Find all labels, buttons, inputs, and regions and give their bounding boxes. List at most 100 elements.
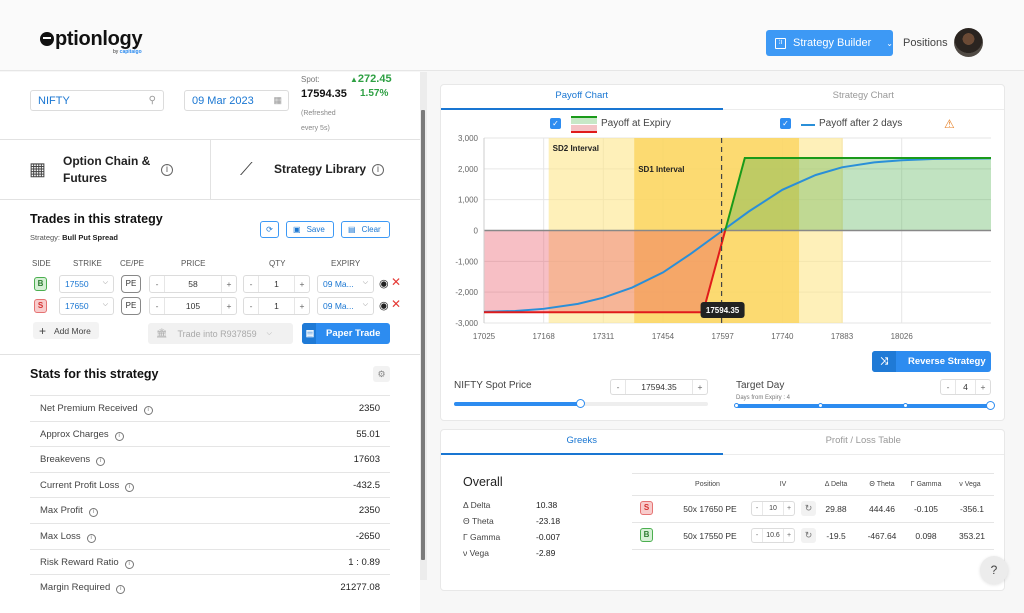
price-stepper[interactable]: -105 +	[149, 297, 237, 315]
target-day-slider-handle[interactable]	[986, 401, 995, 410]
user-avatar[interactable]	[954, 28, 983, 57]
info-icon[interactable]: i	[86, 534, 96, 543]
x-tick-label: 17168	[533, 332, 556, 341]
qty-value[interactable]: 1	[258, 276, 295, 292]
refresh-button[interactable]: ⟳	[260, 221, 279, 238]
tab-strategy-chart[interactable]: Strategy Chart	[723, 85, 1005, 110]
qty-stepper[interactable]: -1 +	[243, 297, 310, 315]
symbol-search-input[interactable]: NIFTY ⚲	[30, 90, 164, 111]
spot-price-value[interactable]: 17594.35	[625, 380, 693, 394]
left-scrollbar-thumb[interactable]	[421, 110, 425, 560]
increment-button[interactable]: +	[784, 529, 794, 542]
option-type-toggle[interactable]: PE	[121, 275, 141, 293]
info-icon[interactable]: i	[125, 482, 135, 492]
trade-into-select[interactable]: 🏛 Trade into R937859 ⌵	[148, 323, 293, 344]
expiry-date-input[interactable]: 09 Mar 2023 ▦	[184, 90, 289, 111]
logo[interactable]: ptionlogy	[40, 28, 143, 51]
help-button[interactable]: ?	[980, 556, 1008, 584]
decrement-button[interactable]: -	[244, 298, 258, 314]
col-expiry: EXPIRY	[331, 259, 361, 268]
iv-stepper[interactable]: -10.6 +	[751, 528, 795, 543]
expiry-select[interactable]: 09 Ma... ⌵	[317, 297, 374, 315]
option-chain-tile[interactable]: ▦ Option Chain & Futures i	[0, 140, 210, 199]
clear-button[interactable]: ▤ Clear	[341, 221, 390, 238]
info-icon[interactable]: i	[114, 431, 124, 441]
price-stepper[interactable]: -58 +	[149, 275, 237, 293]
increment-button[interactable]: +	[295, 276, 309, 292]
x-tick-label: 17740	[771, 332, 794, 341]
eye-icon[interactable]: ◉	[379, 277, 389, 290]
increment-button[interactable]: +	[784, 502, 794, 515]
strategy-name: Strategy: Bull Put Spread	[30, 233, 118, 242]
warning-icon[interactable]: ⚠	[944, 117, 955, 131]
grid-icon: ▦	[29, 159, 47, 179]
slider-step-dot[interactable]	[734, 403, 739, 408]
qty-stepper[interactable]: -1 +	[243, 275, 310, 293]
decrement-button[interactable]: -	[941, 380, 955, 394]
slider-step-dot[interactable]	[903, 403, 908, 408]
qty-value[interactable]: 1	[258, 298, 295, 314]
col-type: CE/PE	[120, 259, 145, 268]
option-type-toggle[interactable]: PE	[121, 297, 141, 315]
tab-profit-loss-table[interactable]: Profit / Loss Table	[723, 430, 1005, 455]
iv-value[interactable]: 10.6	[762, 529, 784, 542]
col-position: Position	[695, 481, 720, 488]
add-more-button[interactable]: + Add More	[33, 322, 99, 339]
iv-stepper[interactable]: -10 +	[751, 501, 795, 516]
increment-button[interactable]: +	[222, 276, 236, 292]
side-badge-buy[interactable]: B	[34, 277, 47, 291]
expiry-checkbox[interactable]: ✓	[550, 118, 561, 129]
increment-button[interactable]: +	[693, 380, 707, 394]
iv-value[interactable]: 10	[762, 502, 784, 515]
strategy-library-tile[interactable]: ⟋ Strategy Library i	[210, 140, 420, 199]
close-icon[interactable]: ✕	[391, 297, 401, 311]
info-icon[interactable]: i	[88, 508, 98, 518]
strike-select[interactable]: 17650 ⌵	[59, 297, 114, 315]
paper-trade-button[interactable]: ▤ Paper Trade	[302, 323, 390, 344]
info-icon[interactable]: i	[161, 163, 173, 176]
reverse-strategy-button[interactable]: ⤨ Reverse Strategy	[872, 351, 991, 372]
stat-row: Max Loss i -2650	[30, 523, 390, 549]
increment-button[interactable]: +	[295, 298, 309, 314]
info-icon[interactable]: i	[372, 163, 384, 176]
slider-step-dot[interactable]	[818, 403, 823, 408]
price-value[interactable]: 105	[164, 298, 222, 314]
info-icon[interactable]: i	[124, 559, 134, 569]
gear-icon[interactable]: ⚙	[373, 366, 390, 382]
increment-button[interactable]: +	[222, 298, 236, 314]
stat-label-text: Max Profit	[40, 505, 83, 517]
after-days-checkbox[interactable]: ✓	[780, 118, 791, 129]
decrement-button[interactable]: -	[244, 276, 258, 292]
reset-icon[interactable]: ↻	[801, 528, 816, 543]
overall-vega-label: ν Vega	[463, 548, 489, 558]
spot-slider-handle[interactable]	[576, 399, 585, 408]
increment-button[interactable]: +	[976, 380, 990, 394]
eye-icon[interactable]: ◉	[379, 299, 389, 312]
decrement-button[interactable]: -	[150, 298, 164, 314]
target-day-value[interactable]: 4	[955, 380, 976, 394]
price-value[interactable]: 58	[164, 276, 222, 292]
tab-greeks[interactable]: Greeks	[441, 430, 723, 455]
y-tick-label: 3,000	[458, 134, 479, 143]
chevron-down-icon: ⌵	[102, 301, 108, 308]
info-icon[interactable]: i	[143, 406, 153, 415]
decrement-button[interactable]: -	[150, 276, 164, 292]
target-day-stepper[interactable]: -4 +	[940, 379, 991, 395]
payoff-chart[interactable]: SD2 Interval SD1 Interval 17594.35 3,000 2,0…	[440, 130, 1005, 345]
save-button[interactable]: ▣ Save	[286, 221, 334, 238]
strike-select[interactable]: 17550 ⌵	[59, 275, 114, 293]
reverse-strategy-label: Reverse Strategy	[908, 356, 986, 367]
strategy-builder-button[interactable]: ⁞i Strategy Builder ⌄	[766, 30, 893, 56]
spot-price-stepper[interactable]: -17594.35 +	[610, 379, 708, 395]
info-icon[interactable]: i	[96, 457, 106, 467]
close-icon[interactable]: ✕	[391, 275, 401, 289]
reset-icon[interactable]: ↻	[801, 501, 816, 516]
tab-payoff-chart[interactable]: Payoff Chart	[441, 85, 723, 110]
decrement-button[interactable]: -	[611, 380, 625, 394]
info-icon[interactable]: i	[116, 585, 126, 595]
expiry-select[interactable]: 09 Ma... ⌵	[317, 275, 374, 293]
decrement-button[interactable]: -	[752, 529, 762, 542]
side-badge-sell[interactable]: S	[34, 299, 47, 313]
decrement-button[interactable]: -	[752, 502, 762, 515]
positions-link[interactable]: Positions	[903, 37, 948, 49]
